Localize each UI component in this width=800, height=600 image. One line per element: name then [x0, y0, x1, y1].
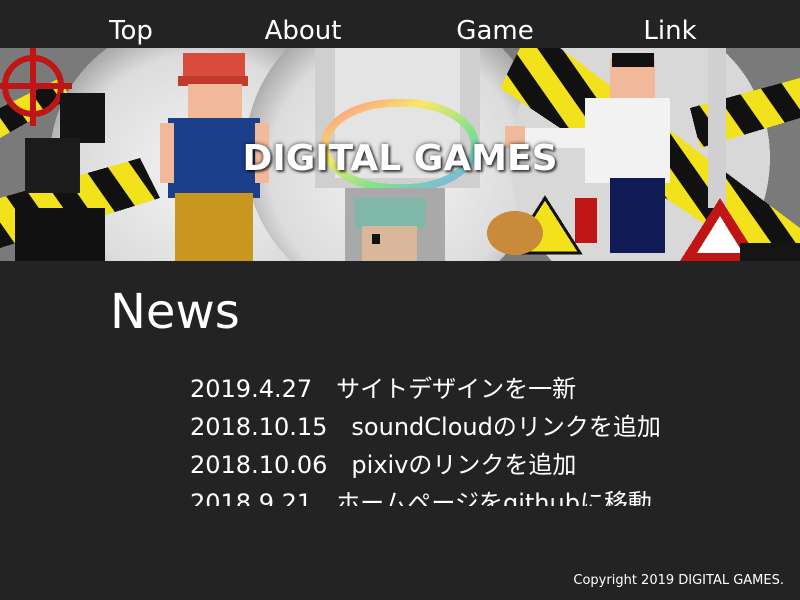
hero-title: DIGITAL GAMES [242, 138, 558, 179]
news-text: soundCloudのリンクを追加 [351, 413, 661, 441]
nav-link-about[interactable]: About [265, 14, 342, 48]
news-text: ホームページをgithubに移動 [336, 489, 652, 506]
news-list[interactable]: 2019.4.27 サイトデザインを一新 2018.10.15 soundCloud… [190, 370, 770, 506]
news-item: 2018.10.15 soundCloudのリンクを追加 [190, 408, 770, 446]
nav-link-link[interactable]: Link [643, 14, 696, 48]
news-item: 2018.10.06 pixivのリンクを追加 [190, 446, 770, 484]
copyright-footer: Copyright 2019 DIGITAL GAMES. [573, 573, 784, 588]
news-item: 2019.4.27 サイトデザインを一新 [190, 370, 770, 408]
hero-banner: DIGITAL GAMES [0, 48, 800, 261]
news-text: サイトデザインを一新 [336, 375, 577, 403]
news-date: 2019.4.27 [190, 375, 313, 403]
nav-link-top[interactable]: Top [109, 14, 153, 48]
nav-link-game[interactable]: Game [456, 14, 533, 48]
main-nav: Top About Game Link [0, 0, 800, 48]
news-heading: News [110, 284, 240, 340]
news-item: 2018.9.21 ホームページをgithubに移動 [190, 484, 770, 506]
page: Top About Game Link DIGITAL GAMES News 2… [0, 0, 800, 600]
news-date: 2018.10.15 [190, 413, 328, 441]
news-date: 2018.10.06 [190, 451, 328, 479]
news-date: 2018.9.21 [190, 489, 313, 506]
news-text: pixivのリンクを追加 [351, 451, 577, 479]
